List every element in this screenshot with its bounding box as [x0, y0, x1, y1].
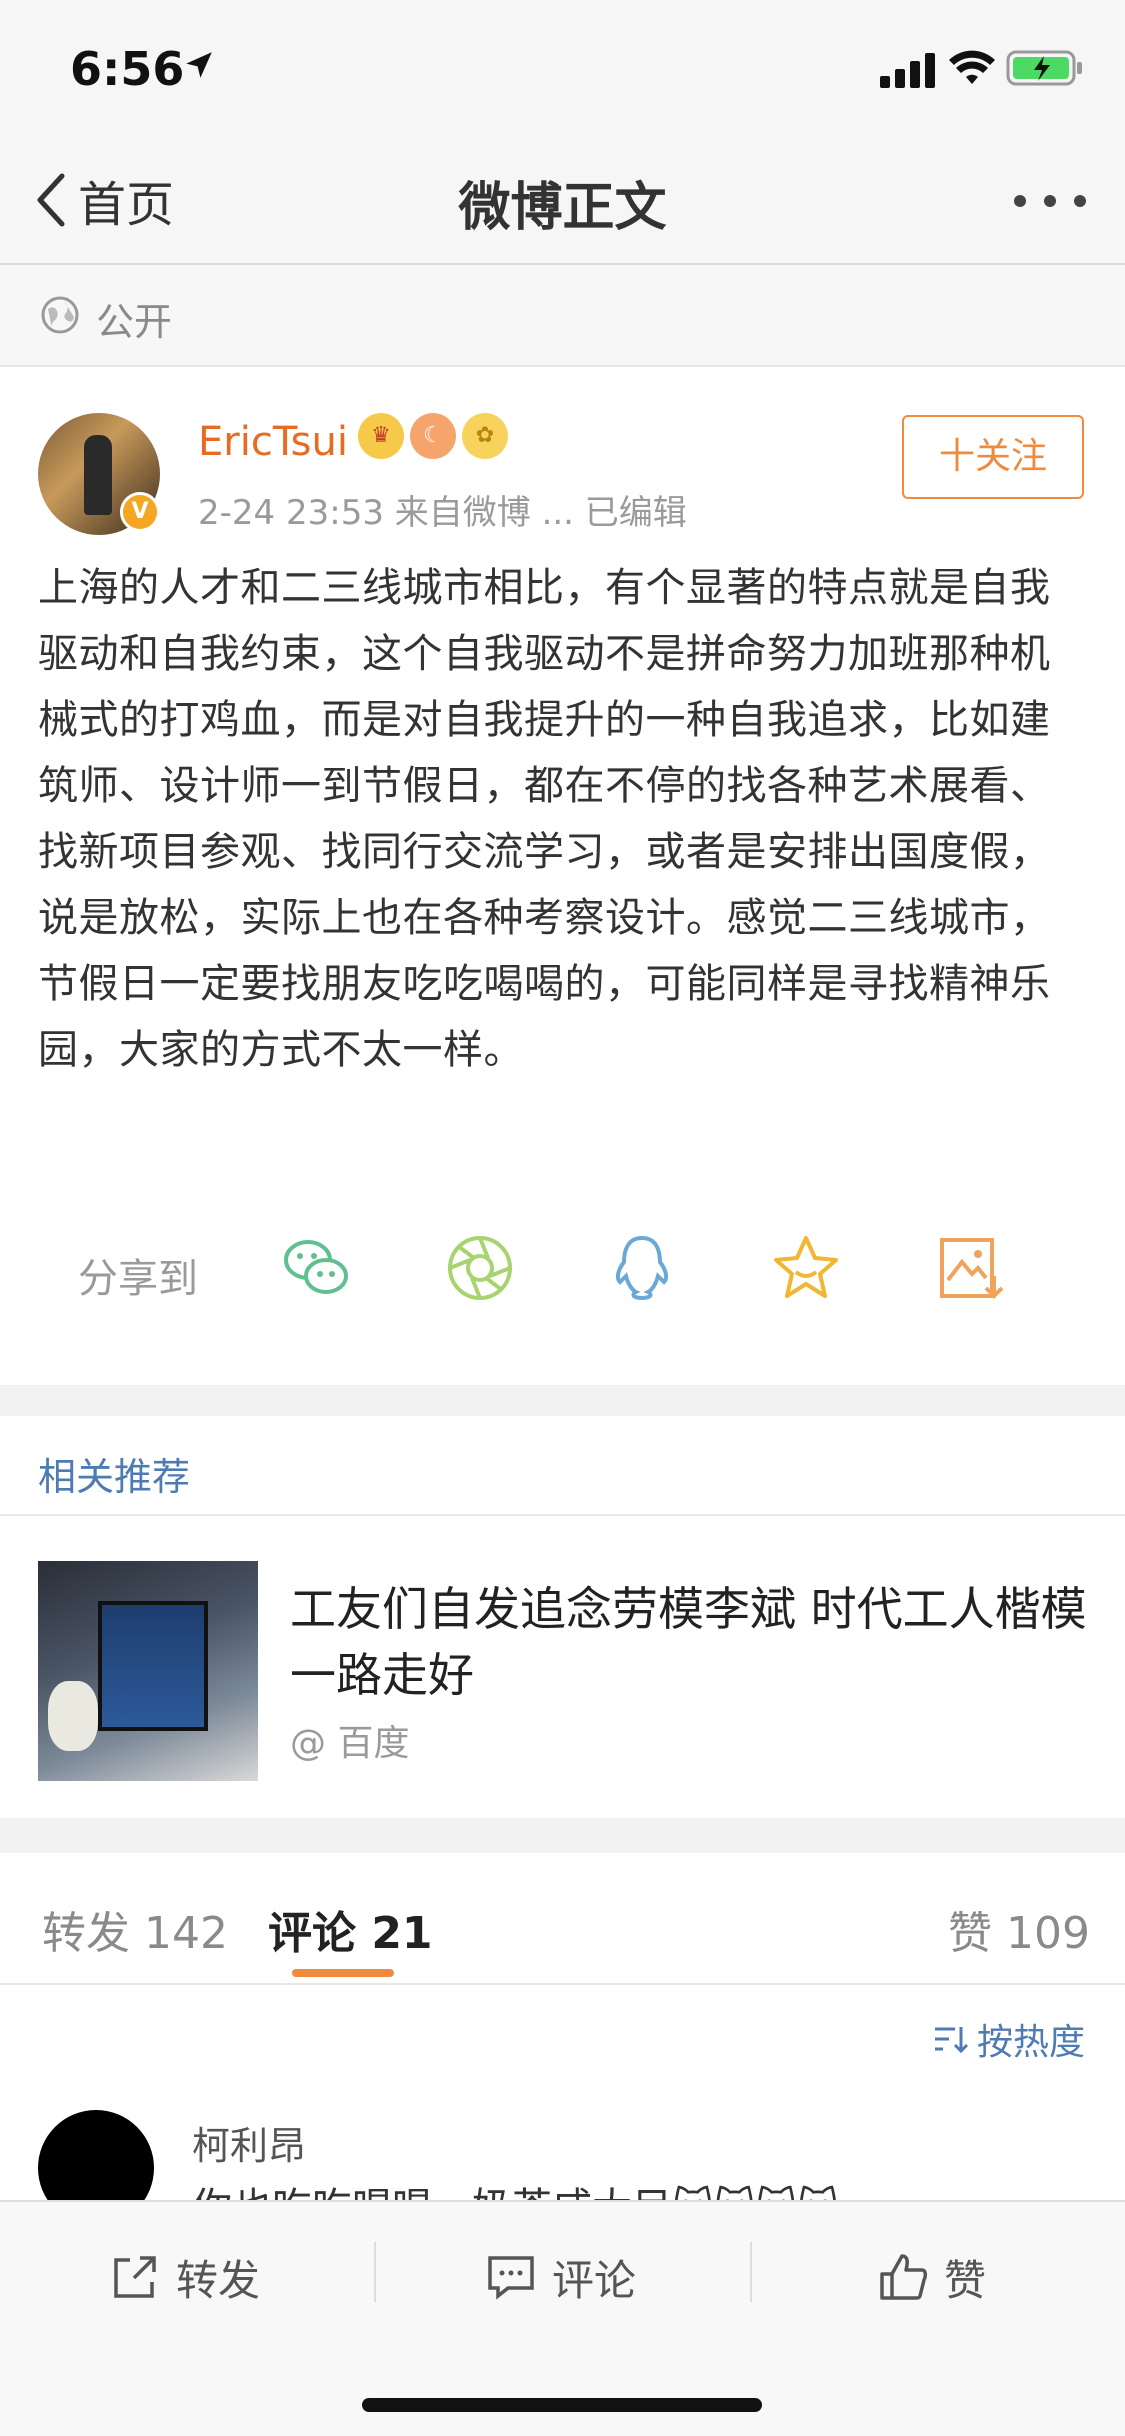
comment-avatar[interactable] [38, 2110, 154, 2200]
medal-icon[interactable]: ✿ [462, 413, 508, 459]
like-label: 赞 [944, 2255, 987, 2305]
repost-button[interactable]: 转发 [110, 2242, 260, 2312]
wifi-icon [949, 50, 995, 84]
cellular-signal-icon [880, 53, 935, 88]
status-bar: 6:56 [0, 0, 1125, 135]
location-arrow-icon [186, 52, 212, 78]
sort-button[interactable]: 按热度 [933, 2013, 1085, 2065]
related-section: 相关推荐 工友们自发追念劳模李斌 时代工人楷模一路走好 @ 百度 [0, 1416, 1125, 1818]
home-indicator[interactable] [362, 2398, 762, 2412]
sort-icon [934, 2027, 969, 2054]
avatar-figure [84, 435, 112, 515]
author-name[interactable]: EricTsui [198, 419, 348, 465]
visibility-row: 公开 [0, 265, 1125, 367]
comment-author[interactable]: 柯利昂 [192, 2115, 306, 2170]
nav-bar: 首页 微博正文 [0, 135, 1125, 265]
follow-button[interactable]: 十关注 [902, 415, 1084, 499]
interaction-tabs: 转发 142 评论 21 赞 109 [0, 1853, 1125, 1985]
comment-label: 评论 [552, 2255, 637, 2305]
battery-charging-icon [1006, 50, 1082, 86]
page-title: 微博正文 [458, 178, 667, 238]
post-card: V EricTsui ♛ ☾ ✿ 2-24 23:53 来自微博 ... 已编辑… [0, 367, 1125, 1385]
verified-badge-icon: V [120, 492, 160, 532]
status-time: 6:56 [70, 42, 185, 96]
repost-label: 转发 [176, 2255, 261, 2305]
fan-badge-icon[interactable]: ☾ [410, 413, 456, 459]
author-badges: ♛ ☾ ✿ [358, 413, 508, 459]
thumbs-up-icon [880, 2254, 928, 2300]
related-headline[interactable]: 工友们自发追念劳模李斌 时代工人楷模一路走好 [290, 1576, 1090, 1708]
wechat-icon[interactable] [280, 1232, 352, 1304]
comment-text: 你也吃吃喝喝，奶茶咸大目🐱🐱🐱🐱 [192, 2175, 839, 2200]
share-label: 分享到 [78, 1256, 198, 1302]
post-meta: 2-24 23:53 来自微博 ... 已编辑 [198, 493, 687, 533]
comment-icon [488, 2256, 534, 2300]
toolbar-divider [750, 2242, 752, 2302]
like-button[interactable]: 赞 [878, 2242, 986, 2312]
active-tab-indicator [292, 1969, 394, 1977]
related-source: @ 百度 [290, 1723, 410, 1764]
thumbnail-portrait [98, 1601, 208, 1731]
sort-label: 按热度 [976, 2022, 1085, 2063]
repost-icon [114, 2256, 156, 2298]
related-header: 相关推荐 [0, 1416, 1125, 1516]
related-title: 相关推荐 [38, 1455, 191, 1499]
toolbar-divider [374, 2242, 376, 2302]
favorite-star-icon[interactable] [770, 1232, 842, 1304]
post-body: 上海的人才和二三线城市相比，有个显著的特点就是自我驱动和自我约束，这个自我驱动不… [38, 565, 1051, 1073]
share-row: 分享到 [0, 1222, 1125, 1322]
vip-crown-icon[interactable]: ♛ [358, 413, 404, 459]
comments-list: 按热度 柯利昂 你也吃吃喝喝，奶茶咸大目🐱🐱🐱🐱 [0, 1985, 1125, 2200]
comment-button[interactable]: 评论 [486, 2242, 636, 2312]
tab-likes[interactable]: 赞 109 [948, 1897, 1090, 1961]
globe-icon [41, 296, 79, 334]
thumbnail-flowers [48, 1681, 98, 1751]
more-options-icon[interactable] [1010, 191, 1090, 211]
related-thumbnail[interactable] [38, 1561, 258, 1781]
visibility-label: 公开 [96, 300, 173, 344]
tab-repost[interactable]: 转发 142 [42, 1897, 228, 1961]
save-image-icon[interactable] [934, 1232, 1006, 1304]
qq-icon[interactable] [606, 1232, 678, 1304]
tab-comments[interactable]: 评论 21 [268, 1897, 433, 1961]
moments-icon[interactable] [444, 1232, 516, 1304]
